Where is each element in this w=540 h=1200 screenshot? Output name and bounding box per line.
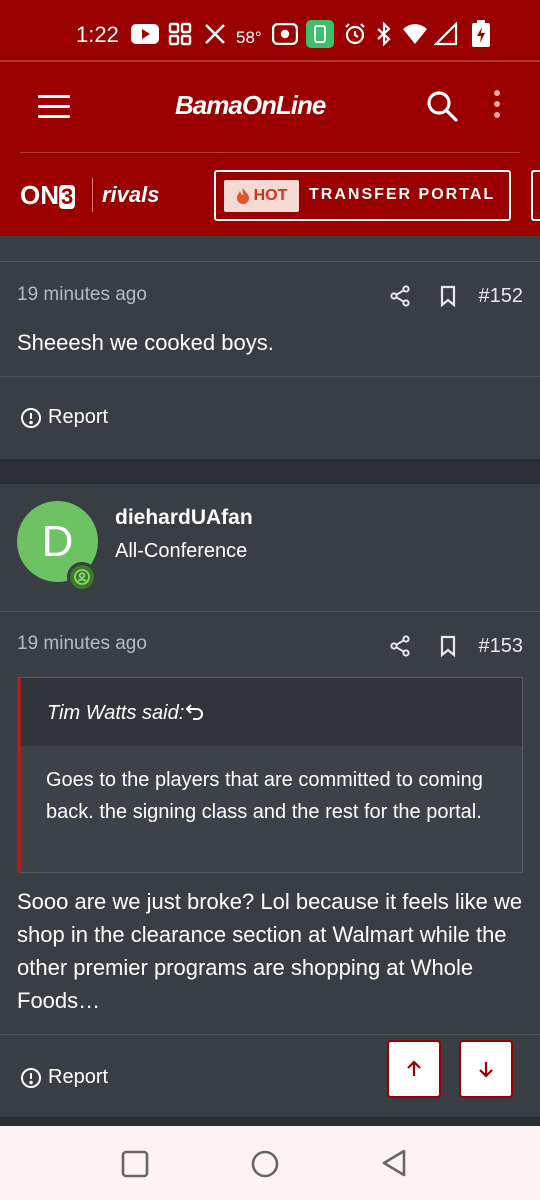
- system-nav-bar: [0, 1126, 540, 1200]
- hotspot-icon: [272, 20, 298, 48]
- quote-text: Goes to the players that are committed t…: [46, 769, 483, 823]
- post-152: 19 minutes ago #152 Sheeesh we cooked bo…: [0, 262, 540, 459]
- post-number[interactable]: #153: [479, 635, 524, 658]
- post-gap: [0, 1117, 540, 1126]
- menu-icon[interactable]: [38, 95, 70, 118]
- post-body: Sheeesh we cooked boys.: [17, 330, 274, 355]
- post-body: Sooo are we just broke? Lol because it f…: [17, 889, 523, 1013]
- rivals-logo[interactable]: rivals: [102, 182, 160, 208]
- more-options-icon[interactable]: [492, 90, 502, 122]
- user-badge-icon: [67, 562, 97, 592]
- on3-label: ON: [20, 180, 59, 210]
- site-header: BamaOnLine ON3 rivals HOT TRANSFER PORTA…: [0, 60, 540, 236]
- apps-icon: [168, 20, 192, 48]
- author-name[interactable]: diehardUAfan: [115, 506, 253, 530]
- youtube-icon: [131, 20, 159, 48]
- report-label: Report: [48, 406, 109, 428]
- next-chip[interactable]: [531, 170, 540, 221]
- on3-digit: 3: [59, 184, 76, 209]
- post-time[interactable]: 19 minutes ago: [17, 284, 147, 306]
- alarm-icon: [343, 20, 367, 48]
- logo-separator: [92, 178, 93, 212]
- header-divider: [20, 152, 520, 153]
- scroll-up-button[interactable]: [387, 1040, 441, 1098]
- jump-to-quote-icon[interactable]: [185, 702, 205, 722]
- arrow-up-icon: [407, 1060, 421, 1076]
- report-button[interactable]: Report: [20, 406, 108, 429]
- alert-circle-icon: [21, 407, 41, 428]
- triangle-back-icon: [382, 1149, 406, 1177]
- divider: [0, 1034, 540, 1035]
- status-bar: 1:22 58°: [0, 0, 540, 60]
- report-button[interactable]: Report: [20, 1066, 108, 1089]
- report-label: Report: [48, 1066, 109, 1088]
- alert-circle-icon: [21, 1067, 41, 1088]
- quote-block: Tim Watts said: Goes to the players that…: [17, 677, 523, 873]
- x-icon: [203, 20, 227, 48]
- bookmark-icon[interactable]: [436, 634, 460, 658]
- share-icon[interactable]: [388, 284, 412, 308]
- post-time[interactable]: 19 minutes ago: [17, 633, 147, 655]
- arrow-down-icon: [479, 1062, 493, 1078]
- flame-icon: [236, 188, 249, 204]
- home-button[interactable]: [250, 1149, 280, 1184]
- post-number[interactable]: #152: [479, 285, 524, 308]
- status-time: 1:22: [76, 22, 119, 47]
- post-top-fragment: [0, 236, 540, 261]
- divider: [0, 376, 540, 377]
- share-icon[interactable]: [388, 634, 412, 658]
- quote-author: Tim Watts said:: [47, 702, 185, 724]
- bookmark-icon[interactable]: [436, 284, 460, 308]
- post-gap: [0, 459, 540, 484]
- avatar-letter: D: [41, 516, 74, 566]
- recents-button[interactable]: [121, 1150, 149, 1183]
- circle-icon: [251, 1150, 279, 1178]
- bluetooth-icon: [375, 20, 393, 48]
- hot-badge: HOT: [224, 180, 299, 212]
- battery-icon: [471, 20, 491, 48]
- search-icon[interactable]: [426, 90, 458, 122]
- back-button[interactable]: [380, 1148, 408, 1183]
- on3-logo[interactable]: ON3: [20, 180, 76, 211]
- site-logo[interactable]: BamaOnLine: [175, 90, 326, 121]
- divider: [0, 611, 540, 612]
- signal-icon: [434, 20, 460, 48]
- hot-label: HOT: [253, 187, 288, 204]
- square-icon: [121, 1150, 149, 1178]
- quote-header[interactable]: Tim Watts said:: [21, 678, 522, 746]
- scroll-down-button[interactable]: [459, 1040, 513, 1098]
- author-rank: All-Conference: [115, 540, 248, 562]
- transfer-portal-label: TRANSFER PORTAL: [309, 186, 496, 203]
- transfer-portal-link[interactable]: HOT TRANSFER PORTAL: [214, 170, 511, 221]
- wifi-icon: [402, 20, 428, 48]
- temperature: 58°: [236, 28, 262, 47]
- battery-saver-icon: [306, 20, 334, 48]
